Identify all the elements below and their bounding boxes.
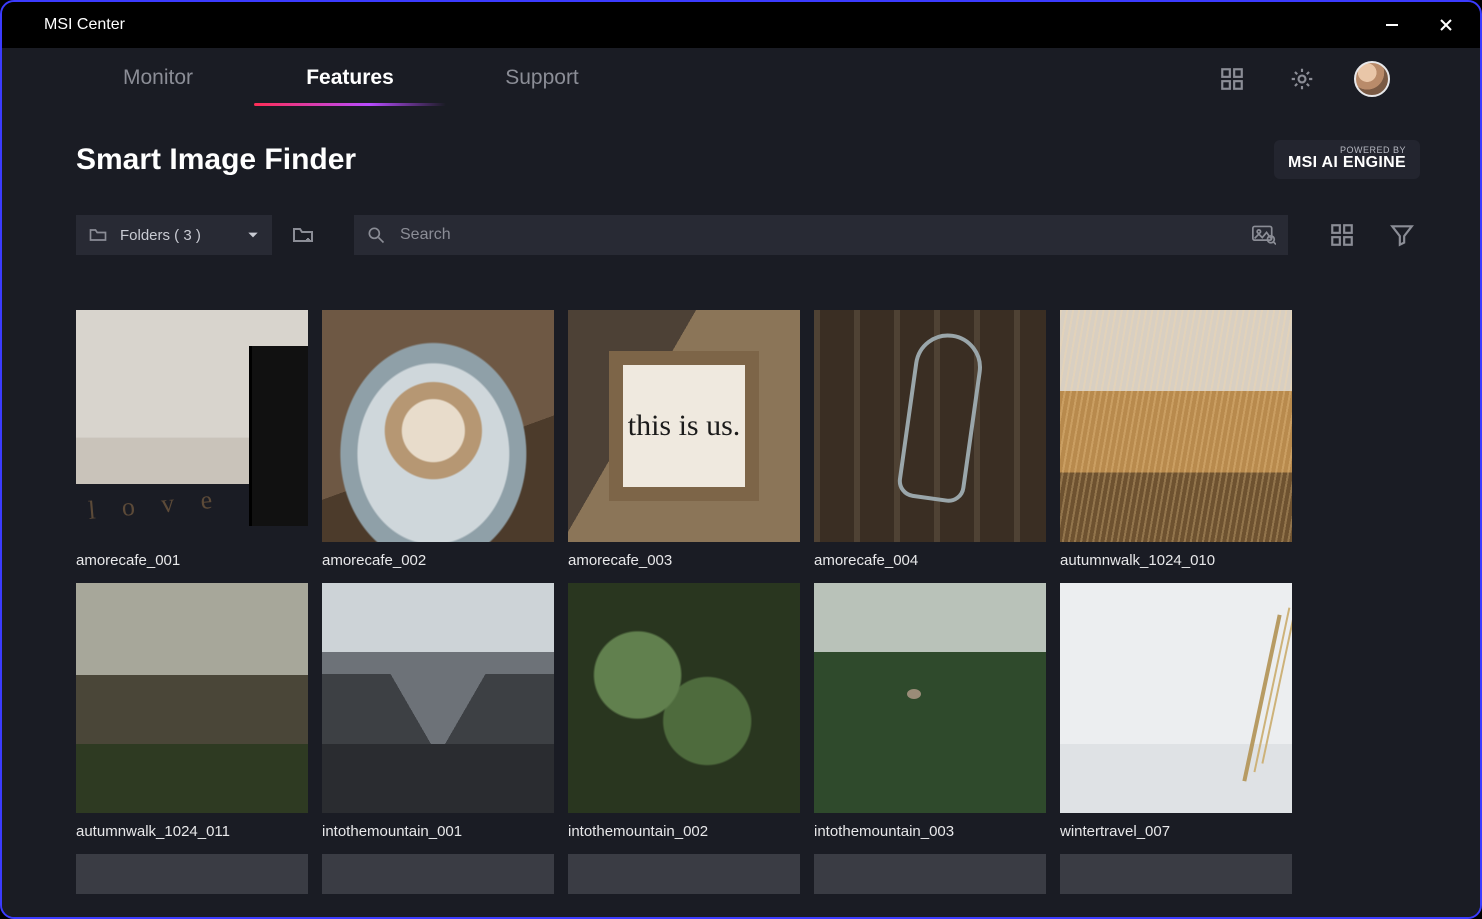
image-thumbnail xyxy=(76,583,308,813)
page-header: Smart Image Finder POWERED BY MSI AI ENG… xyxy=(76,140,1420,179)
content-area: Smart Image Finder POWERED BY MSI AI ENG… xyxy=(2,110,1480,917)
page-title: Smart Image Finder xyxy=(76,143,356,177)
tab-support[interactable]: Support xyxy=(446,52,638,106)
search-input[interactable] xyxy=(400,226,1238,244)
image-card[interactable] xyxy=(814,854,1046,894)
image-filename: autumnwalk_1024_011 xyxy=(76,823,308,840)
minimize-icon xyxy=(1384,17,1400,33)
image-card[interactable] xyxy=(76,854,308,894)
image-search-icon xyxy=(1252,225,1276,245)
image-filename: intothemountain_002 xyxy=(568,823,800,840)
filter-button[interactable] xyxy=(1384,217,1420,253)
image-card[interactable] xyxy=(568,854,800,894)
image-thumbnail xyxy=(322,583,554,813)
image-card[interactable] xyxy=(322,854,554,894)
image-thumbnail: this is us. xyxy=(568,310,800,542)
image-grid: amorecafe_001 amorecafe_002 this is us. … xyxy=(76,310,1426,894)
settings-button[interactable] xyxy=(1284,61,1320,97)
image-thumbnail xyxy=(814,310,1046,542)
tab-label: Support xyxy=(505,66,579,89)
titlebar: MSI Center xyxy=(2,2,1480,48)
image-filename: intothemountain_003 xyxy=(814,823,1046,840)
add-folder-button[interactable] xyxy=(286,218,320,252)
image-card[interactable]: autumnwalk_1024_011 xyxy=(76,583,308,840)
image-card[interactable]: intothemountain_001 xyxy=(322,583,554,840)
main-tabs-row: Monitor Features Support xyxy=(2,48,1480,110)
image-thumbnail xyxy=(568,854,800,894)
close-icon xyxy=(1438,17,1454,33)
image-card[interactable]: amorecafe_002 xyxy=(322,310,554,569)
image-card[interactable]: wintertravel_007 xyxy=(1060,583,1292,840)
image-card[interactable]: intothemountain_002 xyxy=(568,583,800,840)
frame-text: this is us. xyxy=(609,351,759,501)
image-card[interactable]: this is us. amorecafe_003 xyxy=(568,310,800,569)
view-tools xyxy=(1324,217,1420,253)
grid-view-button[interactable] xyxy=(1324,217,1360,253)
chevron-down-icon xyxy=(246,228,260,242)
window-title: MSI Center xyxy=(44,16,125,34)
grid-view-icon xyxy=(1329,222,1355,248)
image-card[interactable]: amorecafe_001 xyxy=(76,310,308,569)
image-card[interactable]: intothemountain_003 xyxy=(814,583,1046,840)
image-card[interactable]: autumnwalk_1024_010 xyxy=(1060,310,1292,569)
user-avatar[interactable] xyxy=(1354,61,1390,97)
tab-features[interactable]: Features xyxy=(254,52,446,106)
search-icon xyxy=(366,225,386,245)
ai-badge-bottom: MSI AI ENGINE xyxy=(1288,155,1406,171)
main-tabs: Monitor Features Support xyxy=(62,52,638,106)
folders-label: Folders ( 3 ) xyxy=(120,227,201,244)
folder-plus-icon xyxy=(291,223,315,247)
tab-label: Features xyxy=(306,66,394,89)
ai-engine-badge: POWERED BY MSI AI ENGINE xyxy=(1274,140,1420,179)
close-button[interactable] xyxy=(1430,9,1462,41)
image-thumbnail xyxy=(814,583,1046,813)
image-thumbnail xyxy=(1060,583,1292,813)
tab-label: Monitor xyxy=(123,66,193,89)
window-controls xyxy=(1376,9,1462,41)
image-filename: amorecafe_004 xyxy=(814,552,1046,569)
image-thumbnail xyxy=(76,854,308,894)
image-thumbnail xyxy=(1060,854,1292,894)
minimize-button[interactable] xyxy=(1376,9,1408,41)
image-filename: amorecafe_003 xyxy=(568,552,800,569)
image-grid-scroll[interactable]: amorecafe_001 amorecafe_002 this is us. … xyxy=(76,310,1426,917)
image-filename: wintertravel_007 xyxy=(1060,823,1292,840)
image-thumbnail xyxy=(322,854,554,894)
search-bar xyxy=(354,215,1288,255)
image-thumbnail xyxy=(568,583,800,813)
image-filename: amorecafe_001 xyxy=(76,552,308,569)
toolbar: Folders ( 3 ) xyxy=(76,215,1420,255)
image-filename: autumnwalk_1024_010 xyxy=(1060,552,1292,569)
filter-icon xyxy=(1389,222,1415,248)
image-thumbnail xyxy=(1060,310,1292,542)
tab-monitor[interactable]: Monitor xyxy=(62,52,254,106)
image-thumbnail xyxy=(322,310,554,542)
image-thumbnail xyxy=(76,310,308,542)
image-card[interactable]: amorecafe_004 xyxy=(814,310,1046,569)
image-thumbnail xyxy=(814,854,1046,894)
image-card[interactable] xyxy=(1060,854,1292,894)
apps-grid-button[interactable] xyxy=(1214,61,1250,97)
gear-icon xyxy=(1289,66,1315,92)
header-right xyxy=(1214,61,1390,97)
app-window: MSI Center Monitor Features Support xyxy=(0,0,1482,919)
folder-icon xyxy=(88,225,108,245)
folders-dropdown[interactable]: Folders ( 3 ) xyxy=(76,215,272,255)
image-filename: amorecafe_002 xyxy=(322,552,554,569)
apps-grid-icon xyxy=(1219,66,1245,92)
image-filename: intothemountain_001 xyxy=(322,823,554,840)
image-search-button[interactable] xyxy=(1252,225,1276,245)
